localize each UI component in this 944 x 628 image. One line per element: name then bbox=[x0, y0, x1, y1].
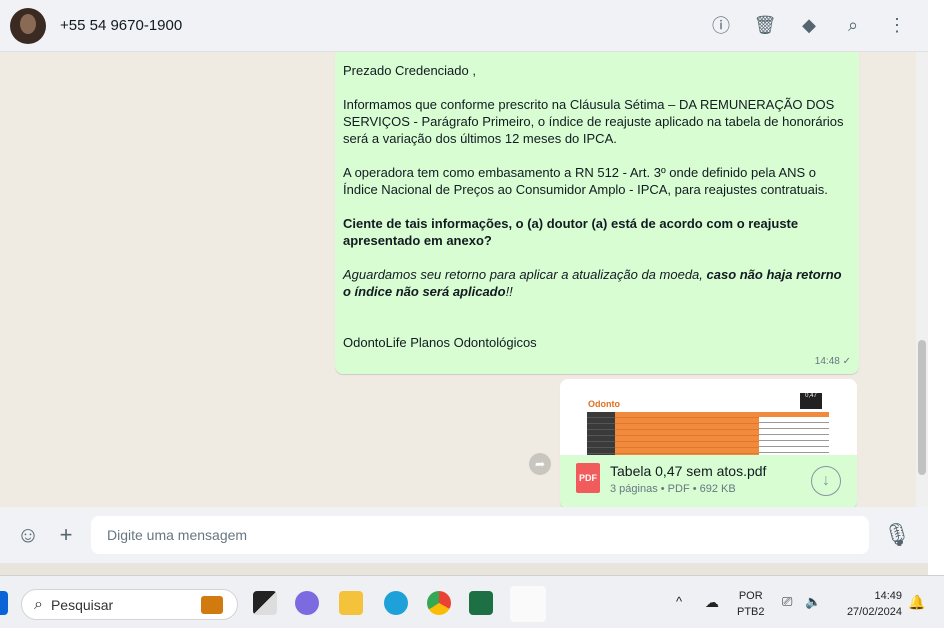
message-signature: OdontoLife Planos Odontológicos bbox=[343, 335, 537, 350]
task-view-icon[interactable] bbox=[253, 591, 277, 615]
contact-name[interactable]: +55 54 9670-1900 bbox=[60, 17, 182, 34]
chat-header: +55 54 9670-1900 ⓘ 🗑 ◆ ⌕ ⋮ bbox=[0, 0, 928, 52]
check-icon: ✓ bbox=[842, 356, 851, 367]
lang-code: POR bbox=[738, 590, 763, 602]
volume-icon[interactable]: 🔈 bbox=[805, 594, 821, 610]
briefcase-icon bbox=[201, 595, 223, 614]
start-icon[interactable] bbox=[0, 591, 8, 615]
message-input[interactable]: Digite uma mensagem bbox=[91, 516, 869, 554]
italic-text: !! bbox=[505, 284, 513, 299]
trash-icon[interactable]: 🗑 bbox=[754, 14, 777, 36]
search-label: Pesquisar bbox=[50, 596, 114, 613]
time-text: 14:48 bbox=[814, 356, 840, 367]
avatar[interactable] bbox=[10, 7, 46, 44]
download-icon[interactable]: ↓ bbox=[811, 466, 841, 496]
pdf-icon: PDF bbox=[576, 463, 600, 493]
no-network-icon[interactable]: ☁ bbox=[705, 594, 719, 610]
teams-icon[interactable] bbox=[295, 591, 319, 615]
layout-code: PTB2 bbox=[737, 606, 765, 618]
message-question: Ciente de tais informações, o (a) doutor… bbox=[343, 216, 799, 248]
info-icon[interactable]: ⓘ bbox=[710, 14, 732, 36]
more-vertical-icon[interactable]: ⋮ bbox=[886, 14, 908, 36]
excel-icon[interactable] bbox=[469, 591, 493, 615]
chrome-icon[interactable] bbox=[427, 591, 451, 615]
plus-icon[interactable]: + bbox=[54, 522, 78, 548]
label-icon[interactable]: ◆ bbox=[798, 14, 820, 36]
language-indicator[interactable]: POR PTB2 bbox=[737, 588, 765, 620]
preview-badge: 0,47 bbox=[800, 393, 822, 409]
preview-table bbox=[587, 412, 829, 455]
clock-time: 14:49 bbox=[874, 590, 902, 602]
document-meta: 3 páginas • PDF • 692 KB bbox=[610, 483, 736, 495]
message-paragraph: Informamos que conforme prescrito na Clá… bbox=[343, 97, 844, 146]
emoji-icon[interactable]: ☺ bbox=[16, 522, 40, 548]
message-paragraph: A operadora tem como embasamento a RN 51… bbox=[343, 165, 828, 197]
preview-logo: Odonto bbox=[588, 399, 620, 409]
search-icon: ⌕ bbox=[34, 595, 43, 613]
message-time: 14:48 ✓ bbox=[815, 353, 851, 370]
document-message[interactable]: Odonto 0,47 PDF Tabela 0,47 sem atos.pdf… bbox=[560, 379, 857, 507]
file-explorer-icon[interactable] bbox=[339, 591, 363, 615]
monitor-icon[interactable]: ⎚ bbox=[782, 594, 792, 610]
scrollbar[interactable] bbox=[916, 52, 928, 507]
clock-date: 27/02/2024 bbox=[846, 606, 902, 618]
document-preview[interactable]: Odonto 0,47 bbox=[560, 379, 857, 455]
edge-icon[interactable] bbox=[384, 591, 408, 615]
message-bubble: Prezado Credenciado , Informamos que con… bbox=[335, 52, 859, 374]
message-paragraph: Aguardamos seu retorno para aplicar a at… bbox=[343, 266, 851, 300]
chevron-up-icon[interactable]: ^ bbox=[676, 594, 682, 610]
microphone-icon[interactable]: 🎙 bbox=[883, 522, 911, 548]
scrollbar-thumb[interactable] bbox=[918, 340, 926, 475]
document-name: Tabela 0,47 sem atos.pdf bbox=[610, 463, 767, 479]
message-list: Prezado Credenciado , Informamos que con… bbox=[0, 52, 928, 507]
window-edge bbox=[928, 0, 944, 575]
taskbar: ⌕ Pesquisar ^ ☁ POR PTB2 ⎚ 🔈 14:49 27/02/20… bbox=[0, 575, 944, 628]
forward-icon[interactable]: ➦ bbox=[529, 453, 551, 475]
italic-text: Aguardamos seu retorno para aplicar a at… bbox=[343, 267, 707, 282]
composer: ☺ + Digite uma mensagem 🎙 bbox=[0, 507, 928, 563]
bell-icon[interactable]: 🔔 bbox=[908, 594, 925, 610]
message-greeting: Prezado Credenciado , bbox=[343, 63, 476, 78]
snipping-tool-icon[interactable] bbox=[510, 586, 546, 622]
taskbar-search[interactable]: ⌕ Pesquisar bbox=[21, 589, 238, 620]
search-icon[interactable]: ⌕ bbox=[842, 14, 864, 36]
clock[interactable]: 14:49 27/02/2024 bbox=[836, 588, 902, 620]
